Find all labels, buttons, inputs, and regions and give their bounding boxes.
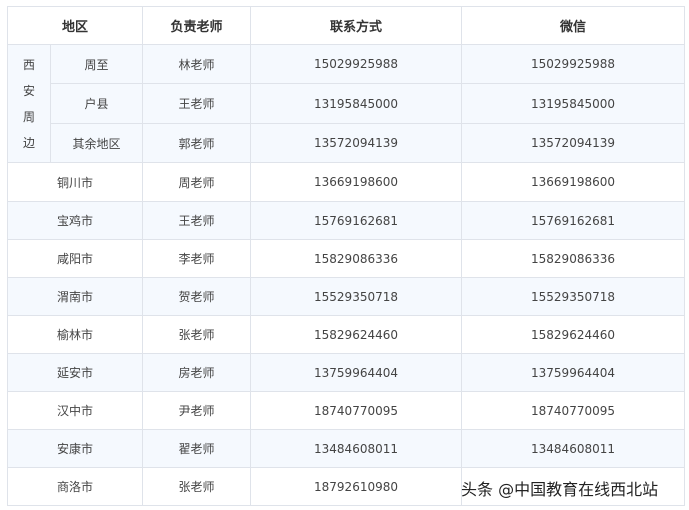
- cell-phone: 15029925988: [250, 44, 463, 84]
- cell-wechat: 15029925988: [461, 44, 686, 84]
- cell-wechat: 13572094139: [461, 123, 686, 163]
- cell-area: 户县: [49, 83, 144, 124]
- cell-phone: 18792610980: [250, 467, 463, 506]
- header-row: 地区 负责老师 联系方式 微信: [6, 6, 686, 45]
- cell-teacher: 翟老师: [142, 429, 252, 468]
- cell-wechat: 13669198600: [461, 162, 686, 202]
- watermark: 头条 @中国教育在线西北站: [461, 480, 659, 499]
- cell-area: 周至: [49, 44, 144, 84]
- cell-area: 其余地区: [49, 123, 144, 163]
- table-row: 咸阳市 李老师 15829086336 15829086336: [6, 239, 686, 278]
- table-row: 安康市 翟老师 13484608011 13484608011: [6, 429, 686, 468]
- group-label-char: 边: [22, 135, 35, 150]
- cell-teacher: 王老师: [142, 201, 252, 240]
- cell-wechat: 15829624460: [461, 315, 686, 354]
- cell-wechat: 15829086336: [461, 239, 686, 278]
- table-row: 其余地区 郭老师 13572094139 13572094139: [8, 123, 686, 163]
- cell-area: 渭南市: [6, 277, 144, 316]
- header-teacher: 负责老师: [142, 6, 252, 45]
- cell-phone: 13759964404: [250, 353, 463, 392]
- cell-teacher: 林老师: [142, 44, 252, 84]
- group-label: 西安周边: [7, 44, 51, 163]
- cell-teacher: 张老师: [142, 315, 252, 354]
- group-label-char: 周: [22, 109, 35, 124]
- cell-area: 咸阳市: [6, 239, 144, 278]
- header-phone: 联系方式: [250, 6, 463, 45]
- cell-area: 商洛市: [6, 467, 144, 506]
- cell-wechat: 13195845000: [461, 83, 686, 124]
- cell-wechat: 18740770095: [461, 391, 686, 430]
- cell-teacher: 贺老师: [142, 277, 252, 316]
- cell-teacher: 李老师: [142, 239, 252, 278]
- table-row: 铜川市 周老师 13669198600 13669198600: [6, 162, 686, 202]
- header-area: 地区: [6, 6, 144, 45]
- cell-phone: 18740770095: [250, 391, 463, 430]
- cell-phone: 13484608011: [250, 429, 463, 468]
- cell-phone: 15769162681: [250, 201, 463, 240]
- cell-wechat: 15529350718: [461, 277, 686, 316]
- cell-teacher: 张老师: [142, 467, 252, 506]
- cell-phone: 13572094139: [250, 123, 463, 163]
- cell-teacher: 郭老师: [142, 123, 252, 163]
- cell-phone: 13669198600: [250, 162, 463, 202]
- cell-wechat: 13484608011: [461, 429, 686, 468]
- table-row: 榆林市 张老师 15829624460 15829624460: [6, 315, 686, 354]
- cell-area: 榆林市: [6, 315, 144, 354]
- table-row: 户县 王老师 13195845000 13195845000: [8, 83, 686, 124]
- table-row: 西安周边周至 林老师 15029925988 15029925988: [7, 44, 686, 163]
- table-row: 渭南市 贺老师 15529350718 15529350718: [6, 277, 686, 316]
- table-row: 延安市 房老师 13759964404 13759964404: [6, 353, 686, 392]
- cell-teacher: 房老师: [142, 353, 252, 392]
- table-row: 宝鸡市 王老师 15769162681 15769162681: [6, 201, 686, 240]
- table-row: 汉中市 尹老师 18740770095 18740770095: [6, 391, 686, 430]
- cell-teacher: 王老师: [142, 83, 252, 124]
- cell-area: 延安市: [6, 353, 144, 392]
- cell-wechat: 13759964404: [461, 353, 686, 392]
- header-wechat: 微信: [461, 6, 686, 45]
- cell-phone: 15829624460: [250, 315, 463, 354]
- group-label-char: 安: [22, 83, 35, 98]
- cell-area: 铜川市: [6, 162, 144, 202]
- cell-area: 安康市: [6, 429, 144, 468]
- cell-wechat: 15769162681: [461, 201, 686, 240]
- cell-area: 宝鸡市: [6, 201, 144, 240]
- cell-teacher: 尹老师: [142, 391, 252, 430]
- contact-table: 地区 负责老师 联系方式 微信 西安周边周至 林老师 15029925988 1502…: [6, 6, 686, 506]
- cell-phone: 15529350718: [250, 277, 463, 316]
- cell-phone: 15829086336: [250, 239, 463, 278]
- group-label-char: 西: [22, 57, 35, 72]
- cell-area: 汉中市: [6, 391, 144, 430]
- cell-teacher: 周老师: [142, 162, 252, 202]
- cell-phone: 13195845000: [250, 83, 463, 124]
